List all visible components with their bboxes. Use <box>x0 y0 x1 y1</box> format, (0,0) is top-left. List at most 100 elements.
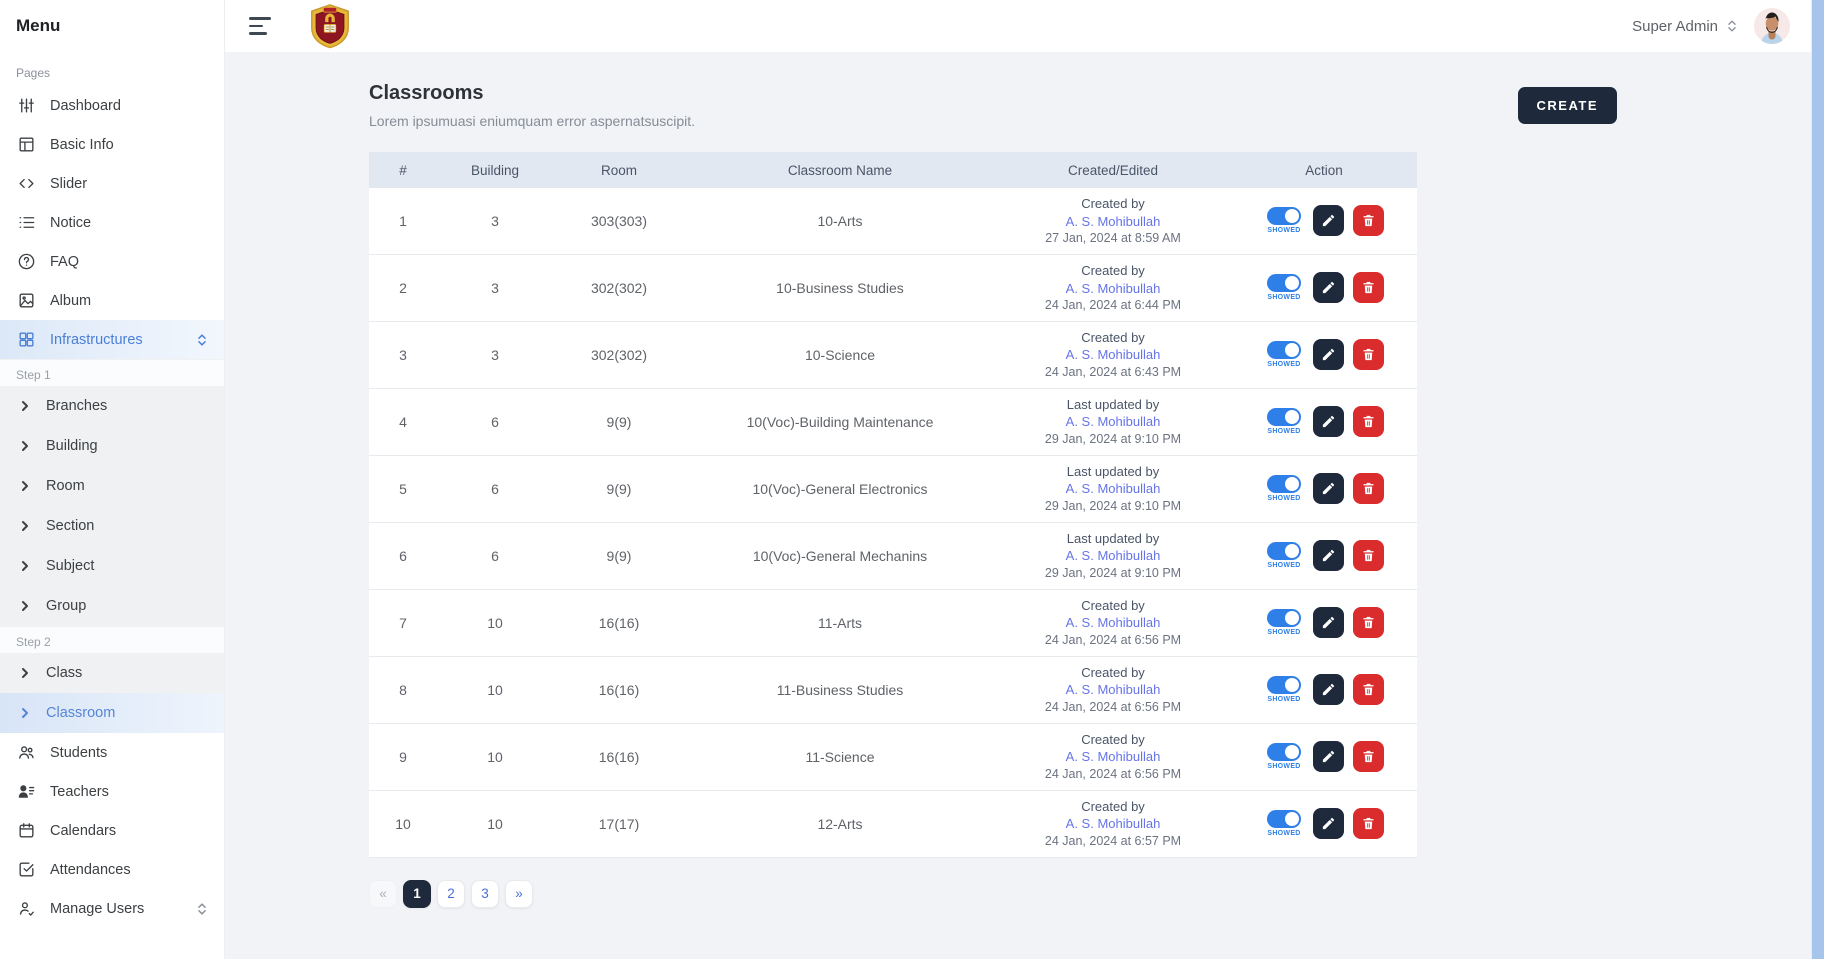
edit-button[interactable] <box>1313 272 1344 303</box>
sidebar-item-attendances[interactable]: Attendances <box>0 850 224 889</box>
showed-toggle[interactable]: SHOWED <box>1264 408 1304 435</box>
showed-toggle[interactable]: SHOWED <box>1264 676 1304 703</box>
edit-button[interactable] <box>1313 540 1344 571</box>
delete-button[interactable] <box>1353 540 1384 571</box>
showed-toggle[interactable]: SHOWED <box>1264 207 1304 234</box>
create-button[interactable]: CREATE <box>1518 87 1617 124</box>
sidebar-item-teachers[interactable]: Teachers <box>0 772 224 811</box>
cell-classroom-name: 11-Arts <box>685 589 995 656</box>
table-row: 23302(302)10-Business StudiesCreated byA… <box>369 254 1417 321</box>
pagination-page-3[interactable]: 3 <box>471 880 499 908</box>
cell-room: 302(302) <box>553 321 685 388</box>
sidebar-item-slider[interactable]: Slider <box>0 164 224 203</box>
delete-button[interactable] <box>1353 473 1384 504</box>
delete-button[interactable] <box>1353 808 1384 839</box>
delete-button[interactable] <box>1353 205 1384 236</box>
edit-button[interactable] <box>1313 741 1344 772</box>
trash-icon <box>1361 615 1376 630</box>
sidebar-item-building[interactable]: Building <box>0 426 224 466</box>
sidebar-item-manage-users[interactable]: Manage Users <box>0 889 224 928</box>
meta-user-link[interactable]: A. S. Mohibullah <box>995 681 1231 699</box>
hamburger-menu-icon[interactable] <box>249 17 275 35</box>
showed-toggle[interactable]: SHOWED <box>1264 810 1304 837</box>
trash-icon <box>1361 548 1376 563</box>
cell-classroom-name: 10-Arts <box>685 188 995 254</box>
chevron-updown-icon <box>1726 19 1738 33</box>
showed-toggle[interactable]: SHOWED <box>1264 609 1304 636</box>
delete-button[interactable] <box>1353 741 1384 772</box>
pagination: « 1 2 3 » <box>369 880 1617 938</box>
showed-toggle[interactable]: SHOWED <box>1264 542 1304 569</box>
showed-toggle[interactable]: SHOWED <box>1264 341 1304 368</box>
meta-user-link[interactable]: A. S. Mohibullah <box>995 280 1231 298</box>
meta-user-link[interactable]: A. S. Mohibullah <box>995 413 1231 431</box>
meta-date: 24 Jan, 2024 at 6:44 PM <box>995 297 1231 314</box>
meta-user-link[interactable]: A. S. Mohibullah <box>995 748 1231 766</box>
school-logo[interactable] <box>307 3 353 50</box>
delete-button[interactable] <box>1353 339 1384 370</box>
sidebar-item-album[interactable]: Album <box>0 281 224 320</box>
pagination-page-1[interactable]: 1 <box>403 880 431 908</box>
edit-button[interactable] <box>1313 205 1344 236</box>
sidebar-item-classroom[interactable]: Classroom <box>0 693 224 733</box>
pencil-icon <box>1321 280 1336 295</box>
toggle-switch-icon <box>1267 609 1301 627</box>
meta-user-link[interactable]: A. S. Mohibullah <box>995 346 1231 364</box>
cell-action: SHOWED <box>1231 388 1417 455</box>
sidebar-item-section[interactable]: Section <box>0 506 224 546</box>
delete-button[interactable] <box>1353 272 1384 303</box>
showed-toggle[interactable]: SHOWED <box>1264 743 1304 770</box>
sidebar-item-branches[interactable]: Branches <box>0 386 224 426</box>
edit-button[interactable] <box>1313 674 1344 705</box>
meta-user-link[interactable]: A. S. Mohibullah <box>995 480 1231 498</box>
showed-toggle[interactable]: SHOWED <box>1264 274 1304 301</box>
cell-room: 16(16) <box>553 723 685 790</box>
delete-button[interactable] <box>1353 406 1384 437</box>
sidebar-item-label: Dashboard <box>50 98 121 114</box>
page-title: Classrooms <box>369 82 695 105</box>
sidebar-item-calendars[interactable]: Calendars <box>0 811 224 850</box>
cell-created-edited: Created byA. S. Mohibullah24 Jan, 2024 a… <box>995 723 1231 790</box>
edit-button[interactable] <box>1313 339 1344 370</box>
sidebar-item-infrastructures[interactable]: Infrastructures <box>0 320 224 359</box>
sidebar-item-dashboard[interactable]: Dashboard <box>0 86 224 125</box>
toggle-label: SHOWED <box>1267 562 1300 569</box>
pagination-first[interactable]: « <box>369 880 397 908</box>
sidebar-item-group[interactable]: Group <box>0 586 224 626</box>
pagination-page-2[interactable]: 2 <box>437 880 465 908</box>
delete-button[interactable] <box>1353 674 1384 705</box>
sidebar-item-subject[interactable]: Subject <box>0 546 224 586</box>
meta-user-link[interactable]: A. S. Mohibullah <box>995 547 1231 565</box>
user-avatar[interactable] <box>1754 8 1790 44</box>
sidebar-item-label: Section <box>46 518 94 534</box>
edit-button[interactable] <box>1313 406 1344 437</box>
vertical-scrollbar[interactable] <box>1811 0 1824 959</box>
meta-user-link[interactable]: A. S. Mohibullah <box>995 614 1231 632</box>
chevron-right-icon <box>18 559 32 573</box>
delete-button[interactable] <box>1353 607 1384 638</box>
sidebar-item-students[interactable]: Students <box>0 733 224 772</box>
cell-room: 16(16) <box>553 656 685 723</box>
pagination-last[interactable]: » <box>505 880 533 908</box>
sidebar-item-class[interactable]: Class <box>0 653 224 693</box>
header-right: Super Admin <box>1632 8 1790 44</box>
showed-toggle[interactable]: SHOWED <box>1264 475 1304 502</box>
cell-created-edited: Created byA. S. Mohibullah24 Jan, 2024 a… <box>995 321 1231 388</box>
sidebar-item-notice[interactable]: Notice <box>0 203 224 242</box>
table-row: 469(9)10(Voc)-Building MaintenanceLast u… <box>369 388 1417 455</box>
meta-user-link[interactable]: A. S. Mohibullah <box>995 213 1231 231</box>
toggle-label: SHOWED <box>1267 294 1300 301</box>
meta-user-link[interactable]: A. S. Mohibullah <box>995 815 1231 833</box>
edit-button[interactable] <box>1313 808 1344 839</box>
sidebar-item-room[interactable]: Room <box>0 466 224 506</box>
toggle-switch-icon <box>1267 274 1301 292</box>
cell-number: 3 <box>369 321 437 388</box>
edit-button[interactable] <box>1313 607 1344 638</box>
edit-button[interactable] <box>1313 473 1344 504</box>
col-room: Room <box>553 152 685 188</box>
sidebar-item-label: Slider <box>50 176 87 192</box>
sidebar-item-basic-info[interactable]: Basic Info <box>0 125 224 164</box>
sidebar-item-faq[interactable]: FAQ <box>0 242 224 281</box>
role-selector[interactable]: Super Admin <box>1632 18 1738 35</box>
cell-number: 10 <box>369 790 437 857</box>
